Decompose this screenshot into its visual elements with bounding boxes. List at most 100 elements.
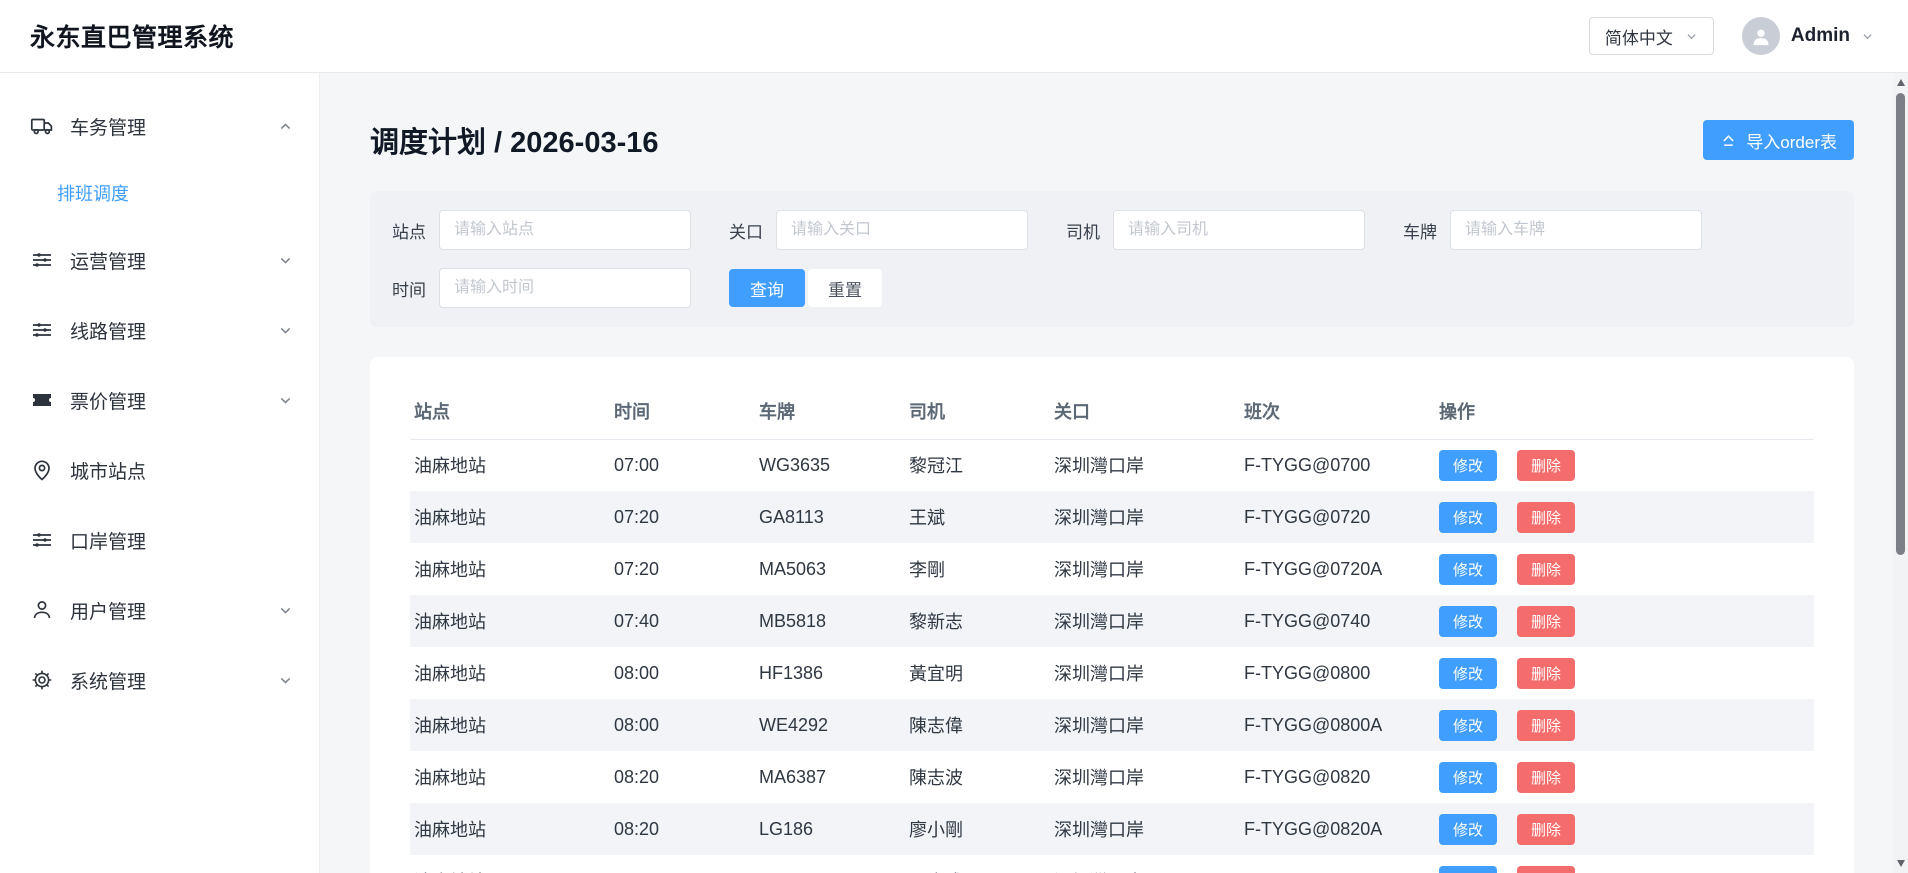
actions-cell: 修改删除 — [1435, 803, 1814, 855]
location-pin-icon — [30, 458, 54, 482]
schedule-table-card: 站点 时间 车牌 司机 关口 班次 操作 油麻地站07:00WG3635黎冠江深… — [370, 357, 1854, 873]
table-row: 油麻地站08:00HF1386黃宜明深圳灣口岸F-TYGG@0800修改删除 — [410, 647, 1814, 699]
delete-button[interactable]: 删除 — [1517, 606, 1575, 637]
sidebar-item-operations-mgmt[interactable]: 运营管理 — [0, 225, 319, 295]
sidebar-item-label: 用户管理 — [70, 597, 146, 624]
table-cell: F-TYGG@0820A — [1240, 803, 1435, 855]
table-cell: GA8113 — [755, 491, 905, 543]
sidebar-item-port-mgmt[interactable]: 口岸管理 — [0, 505, 319, 575]
column-header-port: 关口 — [1050, 383, 1240, 439]
delete-button[interactable]: 删除 — [1517, 658, 1575, 689]
reset-button[interactable]: 重置 — [808, 269, 882, 307]
sidebar-item-label: 线路管理 — [70, 317, 146, 344]
column-header-time: 时间 — [610, 383, 755, 439]
chevron-down-icon — [278, 323, 293, 338]
user-name: Admin — [1791, 25, 1850, 47]
bus-icon — [30, 114, 54, 138]
sliders-icon — [30, 528, 54, 552]
upload-icon — [1720, 132, 1737, 149]
table-cell: 油麻地站 — [410, 699, 610, 751]
table-cell: 油麻地站 — [410, 803, 610, 855]
table-cell: 深圳灣口岸 — [1050, 439, 1240, 491]
delete-button[interactable]: 删除 — [1517, 814, 1575, 845]
table-cell: 李剛 — [905, 543, 1050, 595]
table-cell: 油麻地站 — [410, 647, 610, 699]
table-cell: F-TYGG@0740 — [1240, 595, 1435, 647]
table-cell: 廖小剛 — [905, 803, 1050, 855]
sidebar-item-label: 系统管理 — [70, 667, 146, 694]
edit-button[interactable]: 修改 — [1439, 658, 1497, 689]
delete-button[interactable]: 删除 — [1517, 554, 1575, 585]
sidebar-item-vehicle-mgmt[interactable]: 车务管理 — [0, 91, 319, 161]
chevron-down-icon — [1685, 30, 1698, 43]
delete-button[interactable]: 删除 — [1517, 866, 1575, 873]
user-avatar-icon — [1750, 25, 1772, 47]
sidebar-item-fare-mgmt[interactable]: 票价管理 — [0, 365, 319, 435]
table-row: 油麻地站07:40MB5818黎新志深圳灣口岸F-TYGG@0740修改删除 — [410, 595, 1814, 647]
avatar — [1742, 17, 1780, 55]
delete-button[interactable]: 删除 — [1517, 502, 1575, 533]
sidebar-item-route-mgmt[interactable]: 线路管理 — [0, 295, 319, 365]
edit-button[interactable]: 修改 — [1439, 762, 1497, 793]
sidebar-item-label: 口岸管理 — [70, 527, 146, 554]
edit-button[interactable]: 修改 — [1439, 606, 1497, 637]
sidebar-item-label: 城市站点 — [70, 457, 146, 484]
scrollbar-thumb[interactable] — [1896, 93, 1905, 555]
import-order-button[interactable]: 导入order表 — [1703, 120, 1854, 160]
column-header-shift: 班次 — [1240, 383, 1435, 439]
table-cell: F-TYGG@0800 — [1240, 647, 1435, 699]
table-cell: 深圳灣口岸 — [1050, 751, 1240, 803]
edit-button[interactable]: 修改 — [1439, 814, 1497, 845]
gear-icon — [30, 668, 54, 692]
sidebar-item-label: 车务管理 — [70, 113, 146, 140]
plate-filter-input[interactable] — [1450, 210, 1702, 250]
edit-button[interactable]: 修改 — [1439, 710, 1497, 741]
table-cell: 黎冠江 — [905, 439, 1050, 491]
sliders-icon — [30, 318, 54, 342]
table-cell: 深圳灣口岸 — [1050, 543, 1240, 595]
table-cell: 油麻地站 — [410, 751, 610, 803]
actions-cell: 修改删除 — [1435, 647, 1814, 699]
search-button[interactable]: 查询 — [729, 269, 805, 307]
top-header: 永东直巴管理系统 简体中文 Admin — [0, 0, 1908, 73]
sidebar: 车务管理 排班调度 运营管理 线路管理 票价管理 城市站点 — [0, 73, 320, 873]
sidebar-subitem-label: 排班调度 — [57, 180, 129, 206]
table-cell: F-TYGG@0700 — [1240, 439, 1435, 491]
edit-button[interactable]: 修改 — [1439, 450, 1497, 481]
delete-button[interactable]: 删除 — [1517, 762, 1575, 793]
language-selector[interactable]: 简体中文 — [1589, 17, 1714, 55]
delete-button[interactable]: 删除 — [1517, 450, 1575, 481]
table-header-row: 站点 时间 车牌 司机 关口 班次 操作 — [410, 383, 1814, 439]
column-header-actions: 操作 — [1435, 383, 1814, 439]
table-cell: 陳志偉 — [905, 699, 1050, 751]
user-menu[interactable]: Admin — [1742, 17, 1874, 55]
main-content: 调度计划 / 2026-03-16 导入order表 站点 关口 司机 车牌 — [320, 73, 1908, 873]
table-cell: 07:00 — [610, 439, 755, 491]
table-cell: 油麻地站 — [410, 543, 610, 595]
driver-filter-input[interactable] — [1113, 210, 1365, 250]
sidebar-item-system-mgmt[interactable]: 系统管理 — [0, 645, 319, 715]
scrollbar-up-arrow[interactable] — [1897, 79, 1905, 86]
edit-button[interactable]: 修改 — [1439, 502, 1497, 533]
language-selector-value: 简体中文 — [1605, 24, 1673, 49]
station-filter-input[interactable] — [439, 210, 691, 250]
scrollbar-down-arrow[interactable] — [1897, 860, 1905, 867]
table-cell: 07:40 — [610, 595, 755, 647]
port-filter-input[interactable] — [776, 210, 1028, 250]
import-order-button-label: 导入order表 — [1746, 128, 1837, 153]
table-cell: F-TYGG@0840 — [1240, 855, 1435, 873]
time-filter-input[interactable] — [439, 268, 691, 308]
scrollbar-track[interactable] — [1894, 73, 1908, 873]
delete-button[interactable]: 删除 — [1517, 710, 1575, 741]
ticket-icon — [30, 388, 54, 412]
edit-button[interactable]: 修改 — [1439, 866, 1497, 873]
sidebar-item-user-mgmt[interactable]: 用户管理 — [0, 575, 319, 645]
filter-panel: 站点 关口 司机 车牌 时间 查询 重置 — [370, 191, 1854, 327]
chevron-down-icon — [278, 253, 293, 268]
table-cell: WE4292 — [755, 699, 905, 751]
sidebar-item-shift-dispatch[interactable]: 排班调度 — [0, 161, 319, 225]
table-cell: 油麻地站 — [410, 491, 610, 543]
edit-button[interactable]: 修改 — [1439, 554, 1497, 585]
filter-label-plate: 车牌 — [1403, 218, 1437, 243]
sidebar-item-city-stations[interactable]: 城市站点 — [0, 435, 319, 505]
